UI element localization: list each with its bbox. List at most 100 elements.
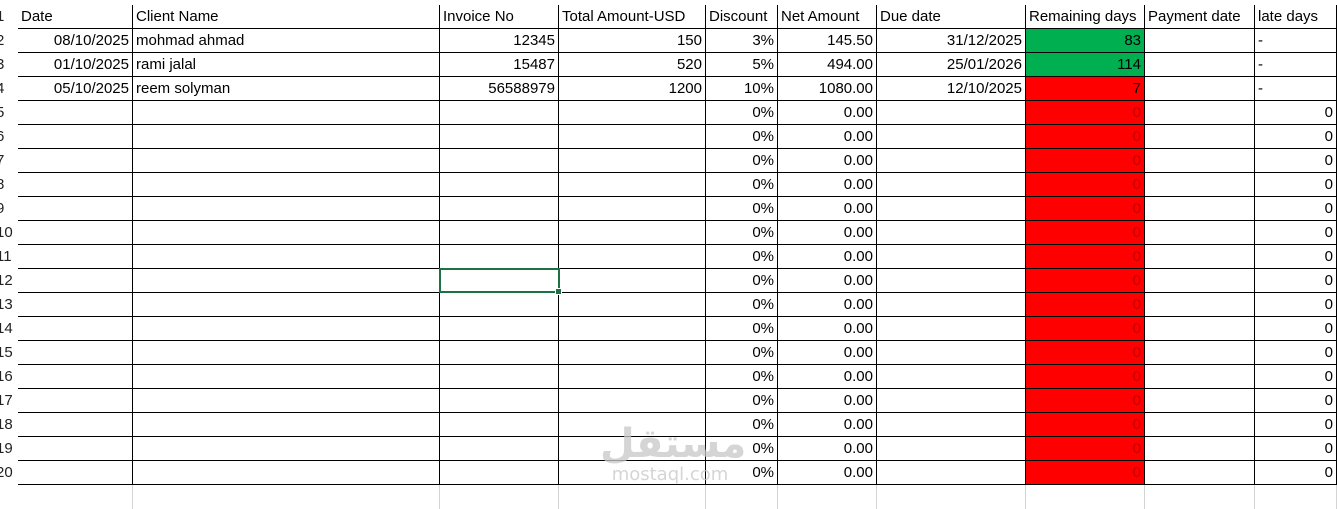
cell-payment[interactable] <box>1145 269 1255 293</box>
cell-empty[interactable] <box>778 485 877 509</box>
cell-due[interactable] <box>877 317 1026 341</box>
cell-client[interactable] <box>133 293 440 317</box>
cell-due[interactable] <box>877 221 1026 245</box>
cell-client[interactable] <box>133 317 440 341</box>
cell-invoice[interactable]: 15487 <box>440 53 559 77</box>
cell-payment[interactable] <box>1145 101 1255 125</box>
cell-payment[interactable] <box>1145 245 1255 269</box>
row-header-2[interactable]: 2 <box>0 29 18 53</box>
row-header-19[interactable]: 19 <box>0 437 18 461</box>
cell-remaining[interactable]: 114 <box>1026 53 1145 77</box>
cell-remaining[interactable]: 0 <box>1026 389 1145 413</box>
cell-net[interactable]: 0.00 <box>778 317 877 341</box>
cell-due[interactable] <box>877 173 1026 197</box>
cell-net[interactable]: 0.00 <box>778 245 877 269</box>
cell-remaining[interactable]: 0 <box>1026 125 1145 149</box>
cell-remaining[interactable]: 0 <box>1026 269 1145 293</box>
cell-net[interactable]: 494.00 <box>778 53 877 77</box>
cell-client[interactable]: reem solyman <box>133 77 440 101</box>
cell-empty[interactable] <box>706 485 778 509</box>
cell-due[interactable] <box>877 293 1026 317</box>
cell-client[interactable] <box>133 413 440 437</box>
cell-payment[interactable] <box>1145 197 1255 221</box>
cell-net[interactable]: 0.00 <box>778 149 877 173</box>
cell-client[interactable] <box>133 437 440 461</box>
cell-date[interactable] <box>18 221 133 245</box>
cell-remaining[interactable]: 0 <box>1026 197 1145 221</box>
row-header-18[interactable]: 18 <box>0 413 18 437</box>
cell-due[interactable] <box>877 341 1026 365</box>
cell-client[interactable] <box>133 221 440 245</box>
cell-client[interactable]: rami jalal <box>133 53 440 77</box>
row-header-16[interactable]: 16 <box>0 365 18 389</box>
header-cell-total[interactable]: Total Amount-USD <box>559 5 706 29</box>
cell-remaining[interactable]: 0 <box>1026 317 1145 341</box>
cell-remaining[interactable]: 0 <box>1026 365 1145 389</box>
cell-date[interactable] <box>18 461 133 485</box>
cell-discount[interactable]: 0% <box>706 125 778 149</box>
cell-date[interactable] <box>18 437 133 461</box>
row-header-9[interactable]: 9 <box>0 197 18 221</box>
cell-invoice[interactable] <box>440 125 559 149</box>
header-cell-late[interactable]: late days <box>1255 5 1337 29</box>
row-header-1[interactable]: 1 <box>0 5 18 29</box>
row-header-5[interactable]: 5 <box>0 101 18 125</box>
cell-late[interactable]: 0 <box>1255 149 1337 173</box>
cell-date[interactable]: 08/10/2025 <box>18 29 133 53</box>
cell-discount[interactable]: 0% <box>706 293 778 317</box>
cell-payment[interactable] <box>1145 125 1255 149</box>
header-cell-due[interactable]: Due date <box>877 5 1026 29</box>
cell-total[interactable] <box>559 317 706 341</box>
cell-client[interactable] <box>133 245 440 269</box>
cell-date[interactable]: 01/10/2025 <box>18 53 133 77</box>
cell-empty[interactable] <box>440 485 559 509</box>
cell-net[interactable]: 145.50 <box>778 29 877 53</box>
cell-remaining[interactable]: 0 <box>1026 413 1145 437</box>
cell-late[interactable]: 0 <box>1255 365 1337 389</box>
cell-payment[interactable] <box>1145 413 1255 437</box>
cell-client[interactable] <box>133 365 440 389</box>
cell-remaining[interactable]: 0 <box>1026 437 1145 461</box>
cell-net[interactable]: 0.00 <box>778 269 877 293</box>
cell-due[interactable] <box>877 437 1026 461</box>
cell-net[interactable]: 0.00 <box>778 365 877 389</box>
cell-total[interactable] <box>559 245 706 269</box>
cell-discount[interactable]: 10% <box>706 77 778 101</box>
cell-net[interactable]: 0.00 <box>778 197 877 221</box>
row-header-8[interactable]: 8 <box>0 173 18 197</box>
cell-total[interactable] <box>559 461 706 485</box>
cell-invoice[interactable] <box>440 437 559 461</box>
cell-empty[interactable] <box>559 485 706 509</box>
cell-discount[interactable]: 0% <box>706 221 778 245</box>
cell-date[interactable] <box>18 101 133 125</box>
cell-due[interactable]: 25/01/2026 <box>877 53 1026 77</box>
cell-total[interactable] <box>559 365 706 389</box>
cell-late[interactable]: 0 <box>1255 221 1337 245</box>
cell-discount[interactable]: 0% <box>706 197 778 221</box>
row-header-12[interactable]: 12 <box>0 269 18 293</box>
cell-total[interactable] <box>559 341 706 365</box>
cell-total[interactable] <box>559 101 706 125</box>
cell-date[interactable] <box>18 149 133 173</box>
row-header-10[interactable]: 10 <box>0 221 18 245</box>
cell-discount[interactable]: 0% <box>706 461 778 485</box>
cell-late[interactable]: 0 <box>1255 437 1337 461</box>
cell-date[interactable] <box>18 317 133 341</box>
cell-total[interactable] <box>559 413 706 437</box>
cell-late[interactable]: 0 <box>1255 389 1337 413</box>
cell-due[interactable] <box>877 461 1026 485</box>
cell-net[interactable]: 1080.00 <box>778 77 877 101</box>
cell-discount[interactable]: 0% <box>706 365 778 389</box>
cell-discount[interactable]: 0% <box>706 341 778 365</box>
row-header-11[interactable]: 11 <box>0 245 18 269</box>
cell-client[interactable] <box>133 389 440 413</box>
cell-client[interactable] <box>133 269 440 293</box>
row-header-6[interactable]: 6 <box>0 125 18 149</box>
cell-total[interactable] <box>559 173 706 197</box>
cell-empty[interactable] <box>1255 485 1337 509</box>
cell-empty[interactable] <box>877 485 1026 509</box>
cell-discount[interactable]: 0% <box>706 413 778 437</box>
cell-invoice[interactable] <box>440 269 559 293</box>
cell-late[interactable]: 0 <box>1255 125 1337 149</box>
cell-remaining[interactable]: 0 <box>1026 461 1145 485</box>
